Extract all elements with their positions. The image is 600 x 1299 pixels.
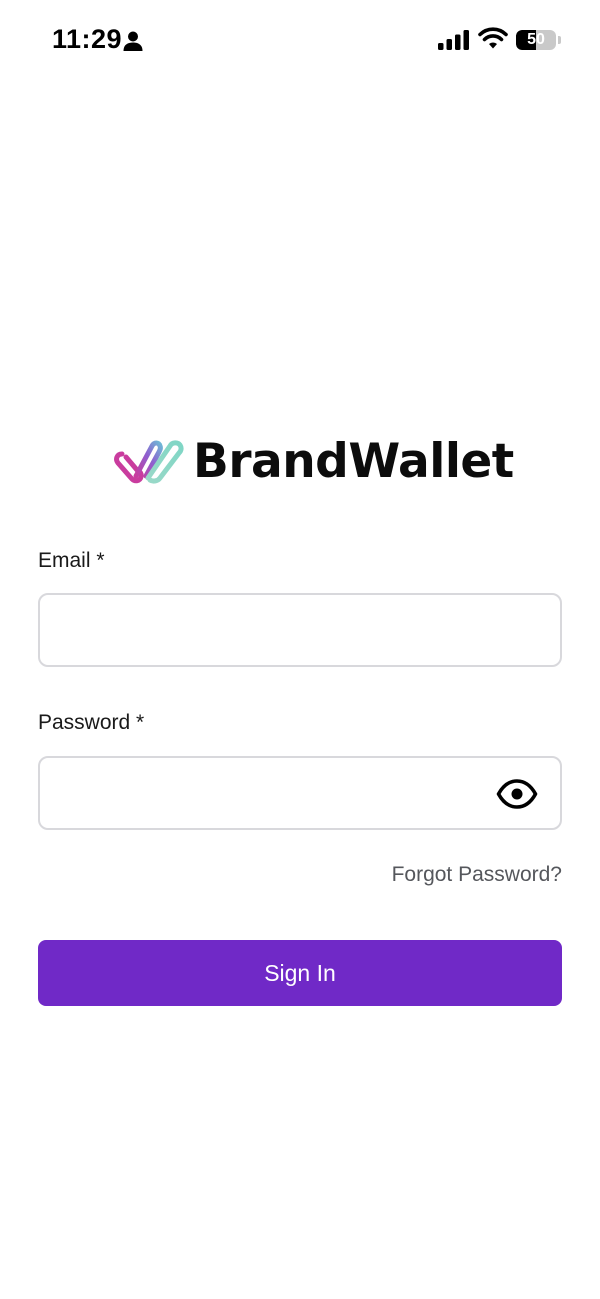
email-field[interactable]	[58, 595, 478, 665]
battery-icon: 50	[516, 28, 562, 52]
password-label: Password *	[38, 711, 145, 734]
battery-level: 50	[527, 31, 545, 48]
forgot-password-link[interactable]: Forgot Password?	[392, 863, 562, 887]
brand-name: BrandWallet	[193, 434, 514, 489]
person-icon	[123, 31, 143, 51]
wifi-icon	[478, 27, 508, 49]
brand-logo-mark-icon	[114, 440, 184, 484]
signal-icon	[438, 30, 469, 50]
password-field-container[interactable]	[38, 756, 562, 830]
password-field[interactable]	[58, 758, 478, 828]
brand-logo: BrandWallet	[114, 434, 514, 490]
sign-in-button[interactable]: Sign In	[38, 940, 562, 1006]
battery-nub	[558, 36, 561, 44]
status-bar: 11:29 50	[0, 0, 600, 80]
email-field-container[interactable]	[38, 593, 562, 667]
email-label: Email *	[38, 549, 105, 572]
battery-body: 50	[516, 30, 556, 50]
eye-icon[interactable]	[496, 778, 538, 810]
status-time: 11:29	[52, 24, 123, 54]
